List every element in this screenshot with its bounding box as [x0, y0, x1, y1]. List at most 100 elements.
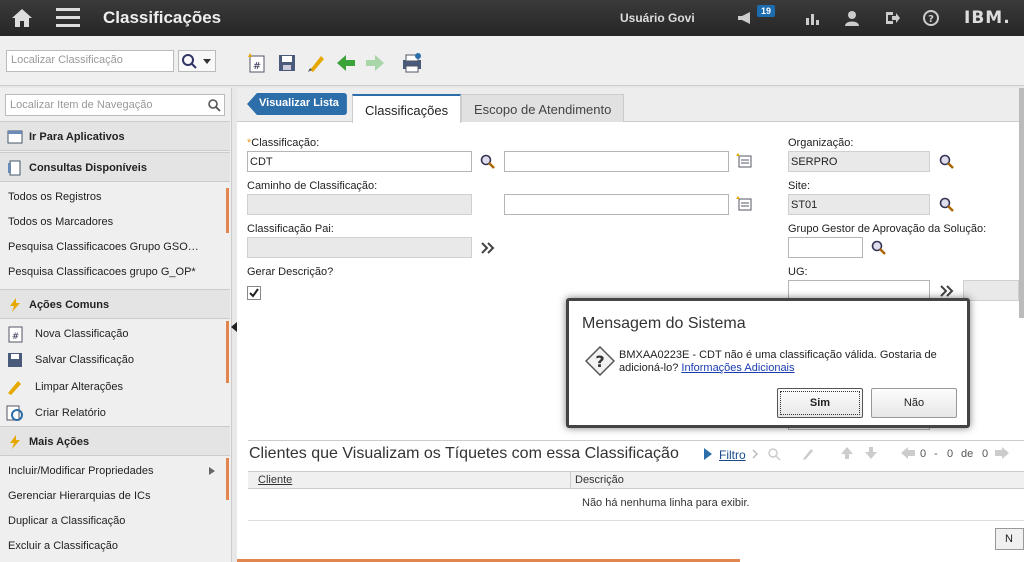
svg-text:?: ? — [928, 14, 934, 25]
clear-changes-icon — [8, 381, 21, 395]
table-tools-icon[interactable] — [751, 447, 841, 461]
view-list-button[interactable]: Visualizar Lista — [247, 93, 347, 115]
parent-input — [247, 237, 472, 258]
logout-icon[interactable] — [883, 9, 901, 27]
more-scroll-marker — [226, 458, 229, 500]
queries-label: Consultas Disponíveis — [29, 162, 147, 174]
next-record-icon[interactable] — [364, 52, 386, 74]
menu-icon[interactable] — [56, 8, 80, 28]
tab-escopo-atendimento[interactable]: Escopo de Atendimento — [461, 94, 625, 122]
previous-record-icon[interactable] — [335, 52, 357, 74]
site-input[interactable]: ST01 — [788, 194, 930, 215]
megaphone-icon[interactable] — [736, 9, 754, 27]
toolbar: Localizar Classificação # — [0, 36, 1024, 86]
more-action-item[interactable]: Incluir/Modificar Propriedades — [8, 465, 214, 477]
navigation-search-input[interactable]: Localizar Item de Navegação — [5, 94, 225, 116]
no-button[interactable]: Não — [871, 388, 957, 418]
more-actions-header[interactable]: Mais Ações — [0, 426, 230, 456]
filter-link[interactable]: Filtro — [719, 448, 746, 462]
notification-badge[interactable]: 19 — [757, 5, 776, 17]
table-header: Cliente Descrição — [248, 471, 1024, 489]
classification-description-input[interactable] — [504, 151, 729, 172]
new-row-button[interactable]: N — [995, 528, 1024, 550]
more-action-item[interactable]: Excluir a Classificação — [8, 540, 214, 552]
previous-page-icon[interactable] — [900, 446, 916, 460]
bar-chart-icon[interactable] — [804, 9, 822, 27]
goto-apps-header[interactable]: Ir Para Aplicativos — [0, 121, 230, 151]
classification-input[interactable]: CDT — [247, 151, 472, 172]
action-clear-changes[interactable]: Limpar Alterações — [35, 381, 241, 393]
main-scrollbar[interactable] — [1019, 88, 1024, 318]
query-item[interactable]: Pesquisa Classificacoes Grupo GSO… — [8, 241, 214, 253]
column-descricao[interactable]: Descrição — [575, 474, 624, 486]
window-icon — [7, 130, 23, 144]
svg-text:#: # — [253, 61, 261, 72]
queries-header[interactable]: Consultas Disponíveis — [0, 152, 230, 182]
lightning-icon — [10, 298, 20, 312]
path-description-input[interactable] — [504, 194, 729, 215]
top-bar: Classificações Usuário Govi 19 ? IBM. — [0, 0, 1024, 36]
query-scroll-marker — [226, 188, 229, 233]
filter-arrow-icon[interactable] — [704, 448, 712, 460]
ug-description-input — [963, 280, 1019, 301]
generate-description-checkbox[interactable] — [247, 286, 261, 300]
sort-arrows-icon[interactable] — [839, 445, 879, 461]
organization-input[interactable]: SERPRO — [788, 151, 930, 172]
table-title: Clientes que Visualizam os Tíquetes com … — [249, 445, 679, 462]
user-name[interactable]: Usuário Govi — [620, 11, 695, 25]
save-icon[interactable] — [276, 52, 298, 74]
long-description-icon[interactable] — [736, 195, 754, 213]
more-action-item[interactable]: Gerenciar Hierarquias de ICs — [8, 490, 214, 502]
path-input — [247, 194, 472, 215]
more-info-link[interactable]: Informações Adicionais — [681, 362, 794, 374]
approval-group-input[interactable] — [788, 237, 863, 258]
double-chevron-right-icon[interactable] — [479, 239, 497, 257]
sidebar: Localizar Item de Navegação Ir Para Apli… — [0, 88, 232, 562]
search-icon[interactable] — [938, 153, 956, 171]
tab-classificacoes[interactable]: Classificações — [352, 94, 462, 123]
long-description-icon[interactable] — [736, 152, 754, 170]
classification-label-text: Classificação: — [251, 137, 320, 149]
queries-icon — [8, 160, 21, 176]
search-dropdown-button[interactable] — [178, 50, 216, 72]
query-item[interactable]: Todos os Marcadores — [8, 216, 214, 228]
search-icon[interactable] — [870, 239, 888, 257]
approval-group-label: Grupo Gestor de Aprovação da Solução: — [788, 223, 987, 235]
report-icon — [6, 405, 23, 421]
site-label: Site: — [788, 180, 811, 192]
actions-scroll-marker — [226, 321, 229, 383]
user-profile-icon[interactable] — [843, 9, 861, 27]
query-item[interactable]: Todos os Registros — [8, 191, 214, 203]
action-save-classification[interactable]: Salvar Classificação — [35, 354, 241, 366]
next-page-icon[interactable] — [994, 446, 1010, 460]
action-create-report[interactable]: Criar Relatório — [35, 407, 241, 419]
parent-label: Classificação Pai: — [247, 223, 334, 235]
more-action-item[interactable]: Duplicar a Classificação — [8, 515, 214, 527]
new-record-icon[interactable]: # — [246, 52, 268, 74]
new-record-icon: # — [8, 326, 23, 343]
path-label: Caminho de Classificação: — [247, 180, 378, 192]
column-cliente[interactable]: Cliente — [258, 474, 292, 486]
chevron-right-icon — [209, 467, 215, 475]
dialog-title: Mensagem do Sistema — [582, 315, 746, 332]
print-icon[interactable] — [401, 52, 423, 74]
organization-label: Organização: — [788, 137, 854, 149]
generate-description-label: Gerar Descrição? — [247, 266, 334, 278]
clear-changes-icon[interactable] — [306, 52, 328, 74]
home-icon[interactable] — [10, 7, 34, 29]
help-icon[interactable]: ? — [922, 9, 940, 27]
common-actions-header[interactable]: Ações Comuns — [0, 289, 230, 319]
query-item[interactable]: Pesquisa Classificacoes grupo G_OP* — [8, 266, 214, 278]
svg-text:?: ? — [595, 352, 604, 371]
goto-apps-label: Ir Para Aplicativos — [29, 131, 125, 143]
yes-button[interactable]: Sim — [777, 388, 863, 418]
lightning-icon — [10, 435, 20, 449]
pager-to: 0 — [947, 448, 954, 460]
search-icon[interactable] — [207, 98, 222, 113]
classification-label: *Classificação: — [247, 137, 319, 149]
search-classification-input[interactable]: Localizar Classificação — [6, 50, 174, 72]
section-divider — [248, 440, 1024, 441]
search-icon[interactable] — [479, 153, 497, 171]
action-new-classification[interactable]: Nova Classificação — [35, 328, 241, 340]
search-icon[interactable] — [938, 196, 956, 214]
